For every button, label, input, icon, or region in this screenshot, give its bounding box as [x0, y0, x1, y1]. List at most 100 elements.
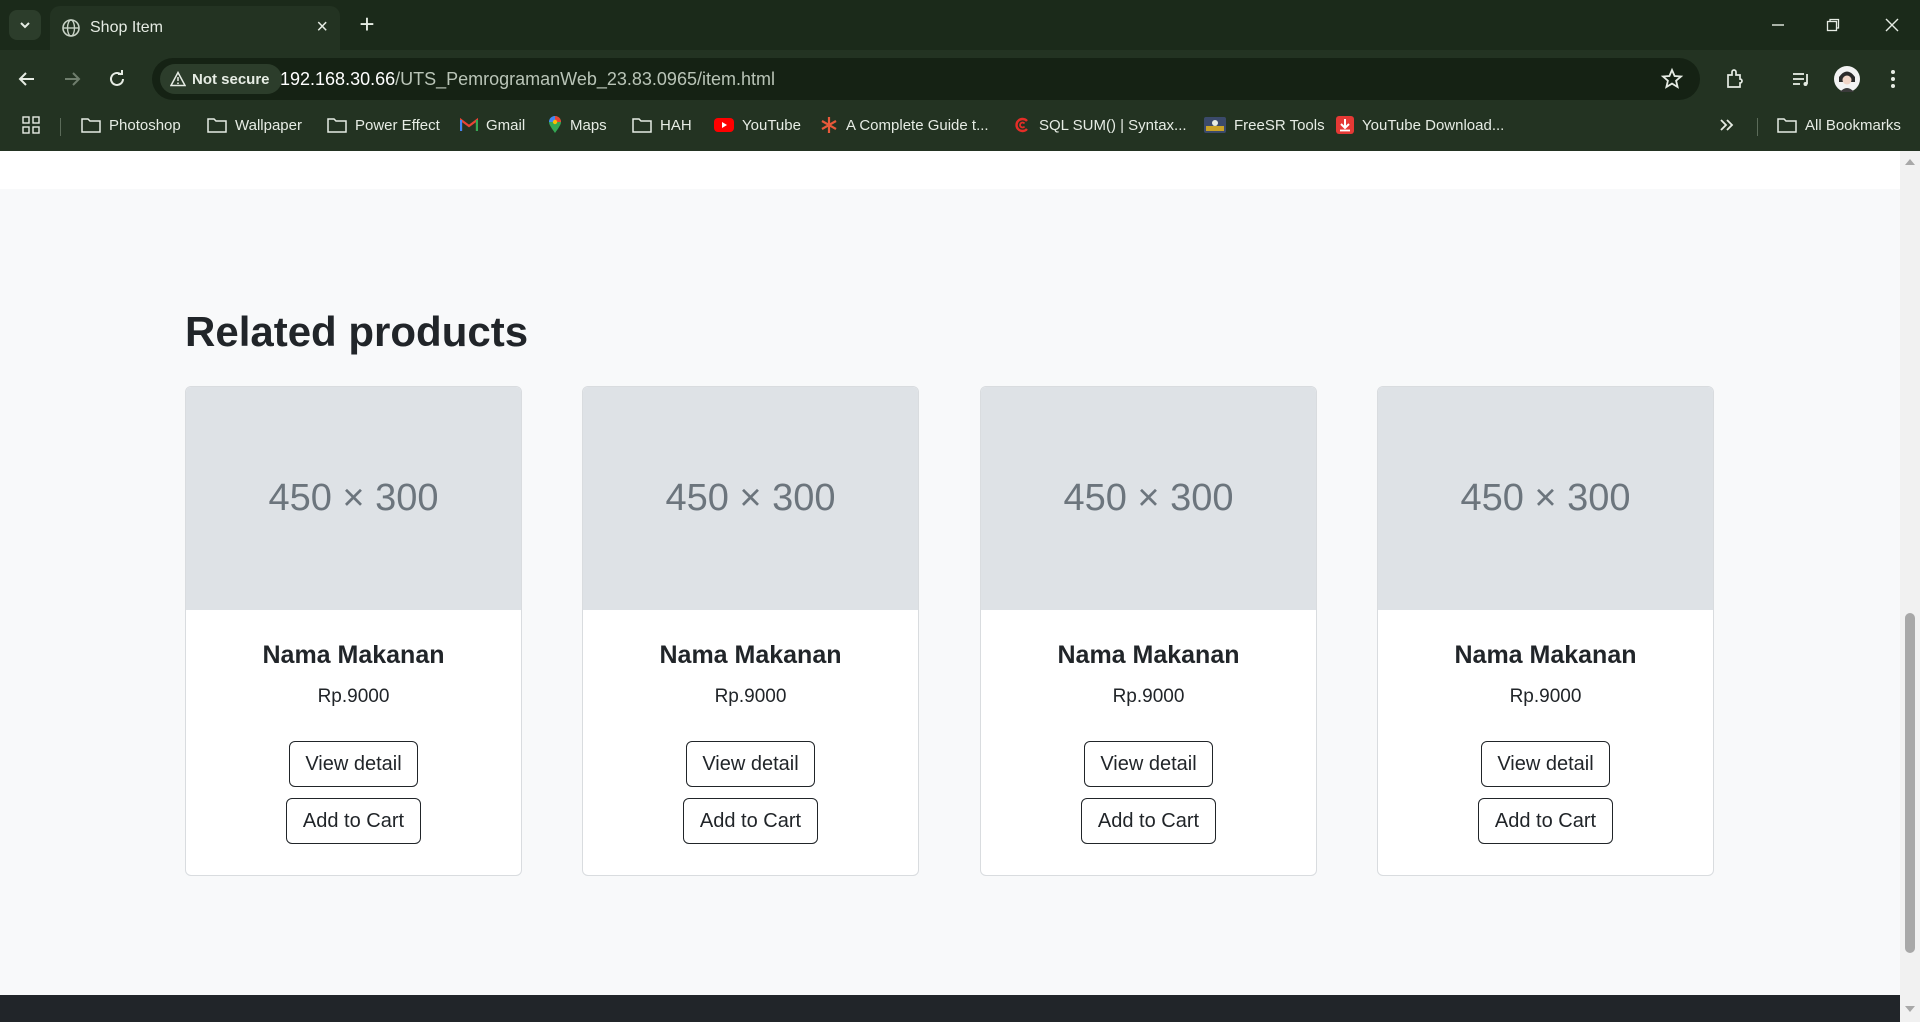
security-chip[interactable]: Not secure — [160, 64, 282, 94]
warning-icon — [170, 71, 186, 87]
product-image-placeholder: 450 × 300 — [981, 387, 1316, 610]
bookmark-hah[interactable]: HAH — [632, 112, 692, 138]
product-price: Rp.9000 — [317, 686, 390, 707]
bookmark-maps[interactable]: Maps — [548, 112, 607, 138]
view-detail-button[interactable]: View detail — [686, 741, 815, 787]
maps-icon — [549, 116, 561, 133]
youtube-icon — [714, 118, 734, 132]
bookmark-power-effect[interactable]: Power Effect — [327, 112, 440, 138]
bookmark-youtube[interactable]: YouTube — [714, 112, 801, 138]
new-tab-icon[interactable]: + — [352, 10, 382, 40]
product-card: 450 × 300 Nama Makanan Rp.9000 View deta… — [1377, 386, 1714, 876]
add-to-cart-button[interactable]: Add to Cart — [286, 798, 421, 844]
view-detail-button[interactable]: View detail — [1481, 741, 1610, 787]
extensions-icon[interactable] — [1718, 62, 1752, 96]
chevron-double-right-icon — [1720, 119, 1734, 131]
tab-title: Shop Item — [90, 19, 163, 36]
freesr-icon — [1204, 117, 1226, 133]
more-bookmarks-button[interactable] — [1719, 112, 1735, 138]
url-text: 192.168.30.66/UTS_PemrogramanWeb_23.83.0… — [280, 69, 775, 90]
bookmark-label: YouTube — [742, 116, 801, 134]
gmail-icon — [460, 118, 478, 131]
product-image-placeholder: 450 × 300 — [1378, 387, 1713, 610]
asterisk-icon — [821, 117, 837, 133]
bookmark-label: YouTube Download... — [1362, 116, 1505, 134]
product-card: 450 × 300 Nama Makanan Rp.9000 View deta… — [582, 386, 919, 876]
avatar[interactable] — [1830, 62, 1864, 96]
back-icon[interactable] — [10, 62, 44, 96]
product-price: Rp.9000 — [1112, 686, 1185, 707]
bookmark-label: FreeSR Tools — [1234, 116, 1325, 134]
view-detail-button[interactable]: View detail — [289, 741, 418, 787]
tab-search-button[interactable] — [9, 10, 41, 40]
page-title: Related products — [185, 308, 529, 355]
product-name: Nama Makanan — [1454, 641, 1637, 669]
folder-icon — [207, 118, 227, 133]
product-image-placeholder: 450 × 300 — [583, 387, 918, 610]
page-footer — [0, 995, 1900, 1022]
folder-icon — [81, 118, 101, 133]
minimize-icon[interactable] — [1758, 10, 1798, 40]
bookmark-label: SQL SUM() | Syntax... — [1039, 116, 1187, 134]
bookmarks-bar: Photoshop Wallpaper Power Effect Gmail M… — [0, 108, 1920, 142]
bookmarks-separator — [60, 118, 61, 136]
bookmarks-separator — [1757, 118, 1758, 136]
address-bar[interactable]: Not secure 192.168.30.66/UTS_Pemrograman… — [152, 58, 1700, 100]
bookmark-complete-guide[interactable]: A Complete Guide t... — [820, 112, 989, 138]
product-price: Rp.9000 — [714, 686, 787, 707]
product-price: Rp.9000 — [1509, 686, 1582, 707]
scrollbar[interactable] — [1900, 151, 1920, 1022]
reload-icon[interactable] — [100, 62, 134, 96]
all-bookmarks-button[interactable]: All Bookmarks — [1777, 112, 1901, 138]
url-path: /UTS_PemrogramanWeb_23.83.0965/item.html — [395, 69, 775, 89]
media-control-icon[interactable] — [1784, 62, 1818, 96]
add-to-cart-button[interactable]: Add to Cart — [1478, 798, 1613, 844]
chevron-down-icon — [20, 22, 30, 29]
bookmark-photoshop[interactable]: Photoshop — [81, 112, 181, 138]
close-window-icon[interactable] — [1872, 10, 1912, 40]
browser-chrome: Shop Item × + Not secure 192.168.30.66/U… — [0, 0, 1920, 151]
bookmark-label: Power Effect — [355, 116, 440, 134]
bookmark-gmail[interactable]: Gmail — [460, 112, 525, 138]
sql-icon — [1015, 117, 1028, 133]
bookmark-freesr-tools[interactable]: FreeSR Tools — [1204, 112, 1325, 138]
bookmark-label: HAH — [660, 116, 692, 134]
globe-icon — [62, 19, 80, 37]
forward-icon[interactable] — [55, 62, 89, 96]
product-card: 450 × 300 Nama Makanan Rp.9000 View deta… — [185, 386, 522, 876]
all-bookmarks-label: All Bookmarks — [1805, 116, 1901, 134]
bookmark-sql-sum[interactable]: SQL SUM() | Syntax... — [1013, 112, 1187, 138]
bookmark-label: A Complete Guide t... — [846, 116, 989, 134]
product-name: Nama Makanan — [1057, 641, 1240, 669]
scroll-down-arrow-icon[interactable] — [1905, 1006, 1915, 1012]
menu-icon[interactable] — [1876, 62, 1910, 96]
restore-icon[interactable] — [1813, 10, 1853, 40]
product-image-placeholder: 450 × 300 — [186, 387, 521, 610]
scroll-up-arrow-icon[interactable] — [1905, 159, 1915, 165]
product-name: Nama Makanan — [659, 641, 842, 669]
add-to-cart-button[interactable]: Add to Cart — [683, 798, 818, 844]
bookmark-youtube-download[interactable]: YouTube Download... — [1336, 112, 1504, 138]
download-icon — [1336, 116, 1354, 134]
security-label: Not secure — [192, 70, 270, 88]
view-detail-button[interactable]: View detail — [1084, 741, 1213, 787]
close-tab-icon[interactable]: × — [316, 16, 328, 38]
bookmark-label: Photoshop — [109, 116, 181, 134]
bookmark-label: Gmail — [486, 116, 526, 134]
page-top-section — [0, 151, 1900, 189]
folder-icon — [1777, 118, 1797, 133]
add-to-cart-button[interactable]: Add to Cart — [1081, 798, 1216, 844]
product-name: Nama Makanan — [262, 641, 445, 669]
folder-icon — [327, 118, 347, 133]
url-host: 192.168.30.66 — [280, 69, 396, 89]
bookmark-star-icon[interactable] — [1660, 67, 1684, 91]
bookmark-label: Wallpaper — [235, 116, 302, 134]
bookmark-label: Maps — [570, 116, 607, 134]
folder-icon — [632, 118, 652, 133]
tab-shop-item[interactable]: Shop Item × — [50, 6, 340, 50]
apps-grid-icon — [22, 116, 40, 134]
bookmark-wallpaper[interactable]: Wallpaper — [207, 112, 302, 138]
apps-button[interactable] — [22, 112, 40, 138]
product-card: 450 × 300 Nama Makanan Rp.9000 View deta… — [980, 386, 1317, 876]
scrollbar-thumb[interactable] — [1905, 613, 1915, 953]
